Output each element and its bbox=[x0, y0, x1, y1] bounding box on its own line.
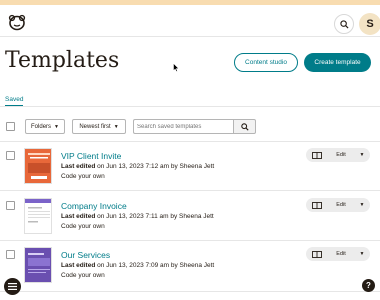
preview-icon[interactable] bbox=[306, 247, 328, 261]
row-divider bbox=[0, 240, 380, 241]
content-studio-button[interactable]: Content studio bbox=[234, 53, 298, 72]
meta-prefix: Last edited bbox=[61, 163, 96, 170]
template-thumbnail[interactable] bbox=[24, 148, 52, 184]
row-checkbox[interactable] bbox=[6, 151, 15, 160]
template-meta: Last edited on Jun 13, 2023 7:09 am by S… bbox=[61, 262, 214, 269]
global-search-button[interactable] bbox=[334, 14, 354, 34]
template-actions: Edit ▼ bbox=[306, 148, 370, 162]
user-avatar[interactable]: S bbox=[359, 13, 380, 35]
tab-saved[interactable]: Saved bbox=[5, 96, 23, 103]
preview-icon[interactable] bbox=[306, 148, 328, 162]
chevron-down-icon[interactable]: ▼ bbox=[354, 152, 370, 158]
row-checkbox[interactable] bbox=[6, 201, 15, 210]
template-thumbnail[interactable] bbox=[24, 247, 52, 283]
help-icon[interactable]: ? bbox=[362, 279, 375, 292]
meta-detail: on Jun 13, 2023 7:12 am by Sheena Jett bbox=[97, 163, 215, 170]
template-actions: Edit ▼ bbox=[306, 247, 370, 261]
template-type: Code your own bbox=[61, 173, 105, 180]
menu-button[interactable] bbox=[4, 278, 21, 295]
meta-prefix: Last edited bbox=[61, 213, 96, 220]
edit-button[interactable]: Edit bbox=[328, 251, 354, 257]
mailchimp-logo-icon[interactable] bbox=[7, 12, 27, 32]
search-icon bbox=[240, 122, 249, 131]
search-submit-button[interactable] bbox=[233, 119, 256, 134]
template-type: Code your own bbox=[61, 223, 105, 230]
chevron-down-icon: ▼ bbox=[113, 123, 119, 130]
row-divider bbox=[0, 291, 380, 292]
meta-detail: on Jun 13, 2023 7:11 am by Sheena Jett bbox=[97, 213, 214, 220]
search-icon bbox=[339, 19, 349, 29]
row-checkbox[interactable] bbox=[6, 250, 15, 259]
mouse-cursor-icon bbox=[173, 63, 179, 72]
row-divider bbox=[0, 141, 380, 142]
template-row: Our Services Last edited on Jun 13, 2023… bbox=[0, 247, 380, 297]
template-meta: Last edited on Jun 13, 2023 7:11 am by S… bbox=[61, 213, 214, 220]
menu-icon bbox=[8, 283, 17, 290]
select-all-checkbox[interactable] bbox=[6, 122, 15, 131]
folders-dropdown-label: Folders bbox=[31, 123, 52, 130]
preview-icon[interactable] bbox=[306, 198, 328, 212]
edit-button[interactable]: Edit bbox=[328, 152, 354, 158]
template-name-link[interactable]: VIP Client Invite bbox=[61, 151, 121, 161]
sort-dropdown[interactable]: Newest first ▼ bbox=[72, 119, 126, 134]
template-name-link[interactable]: Our Services bbox=[61, 250, 110, 260]
chevron-down-icon[interactable]: ▼ bbox=[354, 251, 370, 257]
edit-button[interactable]: Edit bbox=[328, 202, 354, 208]
template-thumbnail[interactable] bbox=[24, 198, 52, 234]
chevron-down-icon: ▼ bbox=[54, 123, 59, 130]
page-title: Templates bbox=[5, 48, 120, 73]
template-meta: Last edited on Jun 13, 2023 7:12 am by S… bbox=[61, 163, 214, 170]
chevron-down-icon[interactable]: ▼ bbox=[354, 202, 370, 208]
create-template-button[interactable]: Create template bbox=[304, 53, 371, 72]
meta-prefix: Last edited bbox=[61, 262, 96, 269]
template-actions: Edit ▼ bbox=[306, 198, 370, 212]
template-type: Code your own bbox=[61, 272, 105, 279]
top-nav-bar: S bbox=[0, 5, 380, 37]
row-divider bbox=[0, 190, 380, 191]
template-name-link[interactable]: Company Invoice bbox=[61, 201, 127, 211]
folders-dropdown[interactable]: Folders ▼ bbox=[25, 119, 65, 134]
meta-detail: on Jun 13, 2023 7:09 am by Sheena Jett bbox=[97, 262, 215, 269]
search-templates-input[interactable] bbox=[133, 119, 233, 134]
tabs-divider bbox=[0, 106, 380, 107]
sort-dropdown-label: Newest first bbox=[79, 123, 111, 130]
